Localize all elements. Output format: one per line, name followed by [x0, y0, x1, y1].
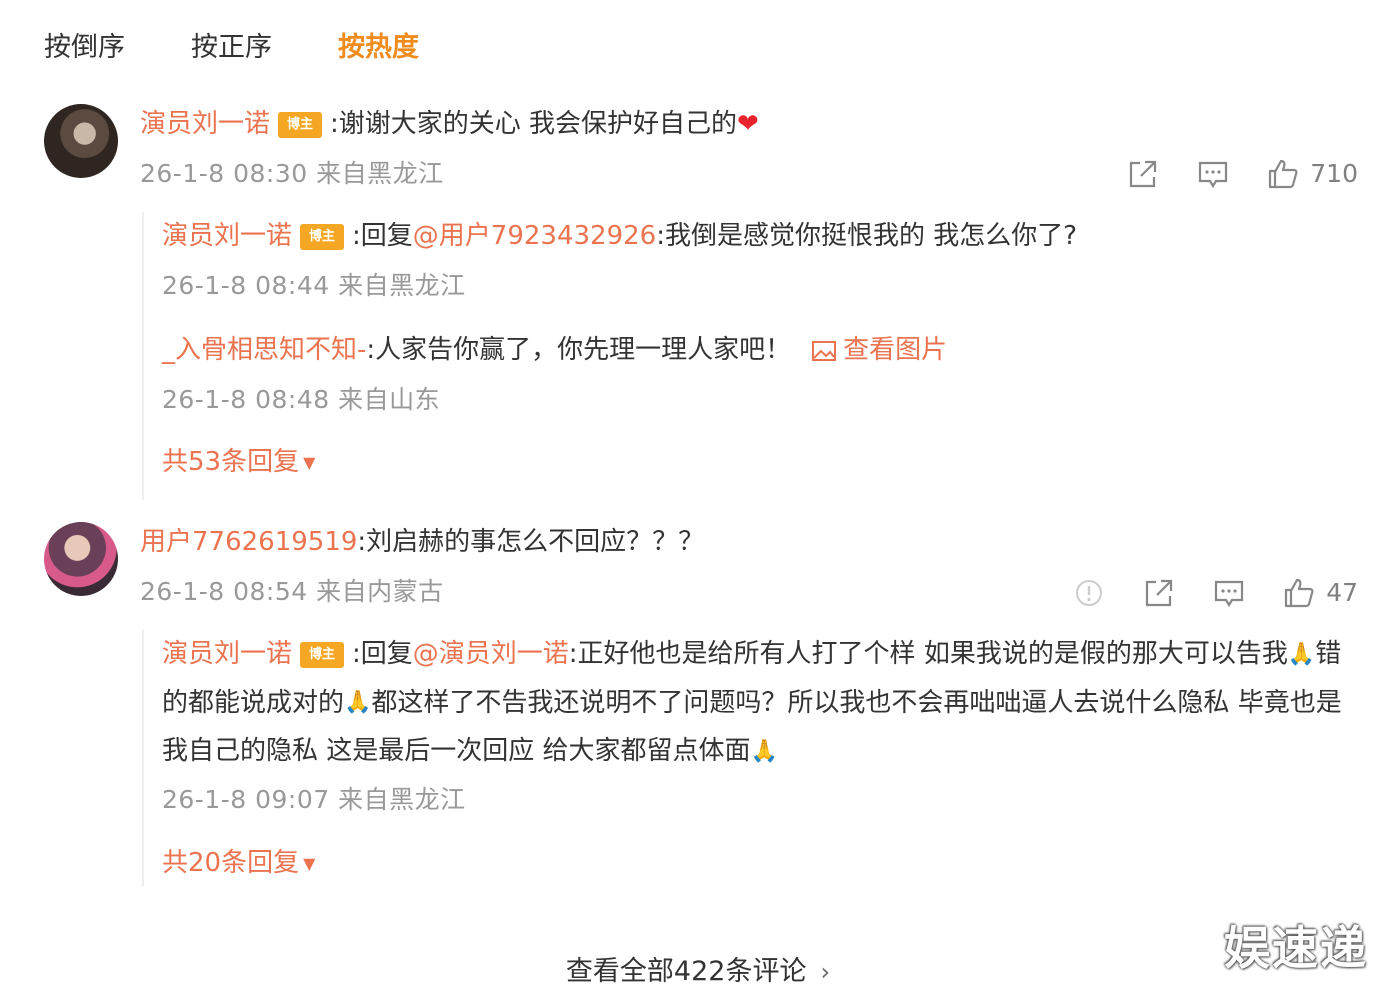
reply-text-part1: :正好他也是给所有人打了个样 如果我说的是假的那大可以告我 [568, 639, 1288, 669]
view-all-label: 查看全部422条评论 [565, 956, 807, 987]
tab-forward-order[interactable]: 按正序 [191, 28, 272, 68]
like-icon[interactable] [1266, 157, 1300, 191]
reply-1: 演员刘一诺 博主 :回复@用户7923432926:我倒是感觉你挺恨我的 我怎么你了… [162, 216, 1077, 256]
comment-icon[interactable] [1212, 576, 1246, 610]
like-count: 47 [1326, 578, 1358, 607]
reply-meta: 26-1-8 08:48 来自山东 [162, 385, 441, 414]
username[interactable]: 演员刘一诺 [140, 109, 270, 139]
tab-by-popularity[interactable]: 按热度 [338, 28, 419, 68]
sort-tabs: 按倒序 按正序 按热度 [44, 28, 419, 68]
pray-emoji-icon: 🙏 [750, 738, 778, 764]
reply-prefix: :回复 [352, 221, 413, 251]
view-image-link[interactable]: 查看图片 [811, 335, 947, 365]
comment-actions: 710 [1090, 157, 1358, 191]
pray-emoji-icon: 🙏 [1287, 641, 1316, 667]
tab-reverse-order[interactable]: 按倒序 [44, 28, 125, 68]
comment-text: :谢谢大家的关心 我会保护好自己的 [330, 109, 738, 139]
reply-2: _入骨相思知不知-:人家告你赢了，你先理一理人家吧！ 查看图片 [162, 330, 947, 370]
caret-down-icon: ▼ [303, 452, 316, 472]
report-icon[interactable] [1072, 576, 1106, 610]
view-all-comments-link[interactable]: 查看全部422条评论 › [0, 952, 1396, 992]
comment-body: 用户7762619519:刘启赫的事怎么不回应？？？ [140, 522, 704, 562]
username[interactable]: _入骨相思知不知- [162, 335, 366, 365]
username[interactable]: 用户7762619519 [140, 527, 357, 557]
comment-meta: 26-1-8 08:54 来自内蒙古 [140, 577, 444, 606]
mention-link[interactable]: @演员刘一诺 [413, 639, 569, 669]
reply-prefix: :回复 [352, 639, 413, 669]
more-replies-link[interactable]: 共20条回复 ▼ [162, 845, 315, 882]
comment-icon[interactable] [1196, 157, 1230, 191]
more-replies-label: 共20条回复 [162, 848, 300, 878]
heart-icon: ❤ [737, 109, 759, 139]
more-replies-label: 共53条回复 [162, 447, 300, 477]
reply-text: :我倒是感觉你挺恨我的 我怎么你了? [656, 221, 1078, 251]
pray-emoji-icon: 🙏 [344, 690, 372, 715]
watermark: 娱速递 [1224, 921, 1368, 975]
image-icon [812, 340, 837, 361]
reply-text: :人家告你赢了，你先理一理人家吧！ [366, 335, 792, 365]
reply-meta: 26-1-8 08:44 来自黑龙江 [162, 271, 466, 300]
author-badge: 博主 [300, 223, 345, 250]
share-icon[interactable] [1126, 157, 1160, 191]
reply-1: 演员刘一诺 博主 :回复@演员刘一诺:正好他也是给所有人打了个样 如果我说的是假的那… [162, 630, 1362, 776]
author-badge: 博主 [278, 111, 323, 138]
reply-meta: 26-1-8 09:07 来自黑龙江 [162, 785, 466, 814]
caret-down-icon: ▼ [303, 853, 316, 873]
avatar[interactable] [44, 104, 118, 178]
chevron-right-icon: › [820, 958, 831, 986]
view-image-label: 查看图片 [843, 335, 948, 365]
username[interactable]: 演员刘一诺 [162, 639, 292, 669]
reply-list [142, 212, 144, 500]
avatar[interactable] [44, 522, 118, 596]
comment-actions: 47 [1036, 576, 1358, 610]
comment-text: :刘启赫的事怎么不回应？？？ [357, 527, 705, 557]
mention-link[interactable]: @用户7923432926 [413, 221, 656, 251]
like-icon[interactable] [1282, 576, 1316, 610]
username[interactable]: 演员刘一诺 [162, 221, 292, 251]
share-icon[interactable] [1142, 576, 1176, 610]
reply-list [142, 630, 144, 886]
comment-meta: 26-1-8 08:30 来自黑龙江 [140, 159, 444, 188]
more-replies-link[interactable]: 共53条回复 ▼ [162, 444, 315, 481]
author-badge: 博主 [300, 641, 345, 668]
like-count: 710 [1310, 159, 1358, 188]
comment-body: 演员刘一诺 博主 :谢谢大家的关心 我会保护好自己的❤ [140, 104, 759, 144]
